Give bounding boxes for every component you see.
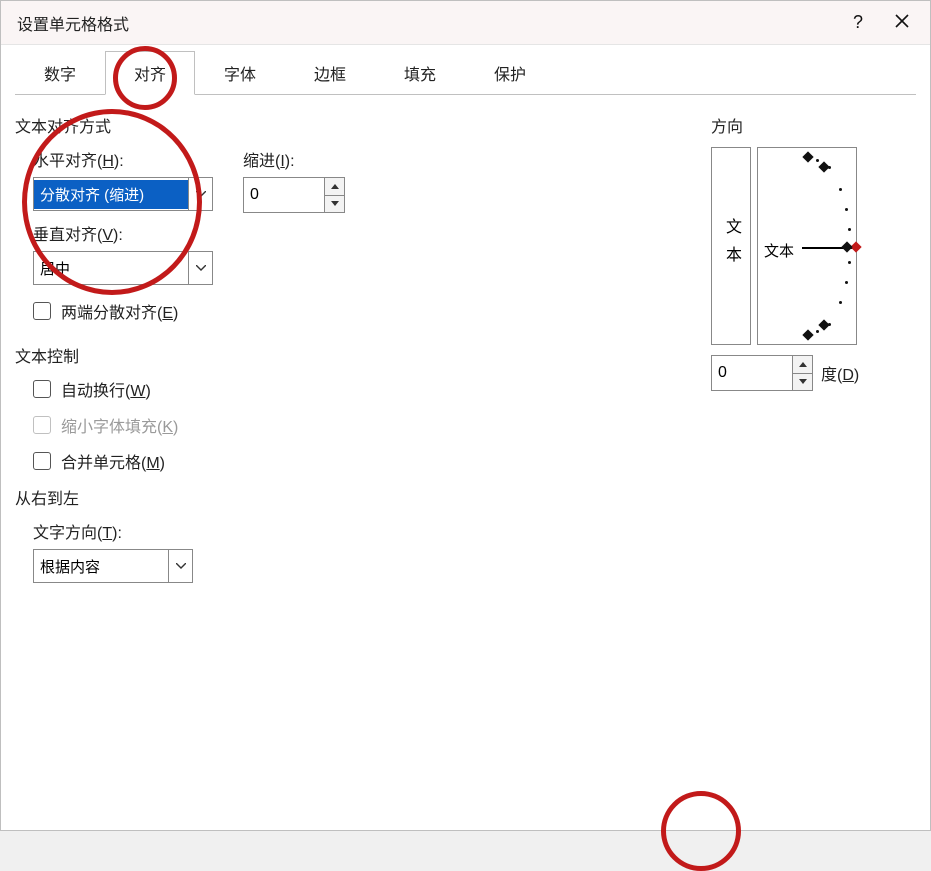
tab-content: 文本对齐方式 水平对齐(H): 分散对齐 (缩进): [15, 95, 916, 816]
tab-font[interactable]: 字体: [195, 51, 285, 94]
indent-label: 缩进(I):: [243, 147, 345, 171]
orientation-section-label: 方向: [711, 113, 916, 137]
horizontal-align-select[interactable]: 分散对齐 (缩进): [33, 177, 213, 211]
text-direction-value: 根据内容: [34, 552, 168, 581]
format-cells-dialog: 设置单元格格式 ? 数字 对齐 字体 边框 填充 保护 文本对齐方式: [0, 0, 931, 831]
vertical-align-label: 垂直对齐(V):: [33, 221, 213, 245]
tab-alignment[interactable]: 对齐: [105, 51, 195, 95]
left-column: 文本对齐方式 水平对齐(H): 分散对齐 (缩进): [15, 109, 711, 816]
tab-fill[interactable]: 填充: [375, 51, 465, 94]
justify-distributed-checkbox[interactable]: 两端分散对齐(E): [33, 299, 213, 323]
text-direction-select[interactable]: 根据内容: [33, 549, 193, 583]
orientation-dial-label: 文本: [764, 240, 794, 261]
tab-border[interactable]: 边框: [285, 51, 375, 94]
shrink-fit-label: 缩小字体填充(K): [61, 413, 178, 437]
close-button[interactable]: [880, 1, 924, 45]
degree-spinner[interactable]: 0: [711, 355, 813, 391]
checkbox-icon: [33, 380, 51, 398]
degree-value: 0: [712, 360, 792, 386]
orientation-vertical-button[interactable]: 文本: [711, 147, 751, 345]
vertical-align-value: 居中: [34, 254, 188, 283]
vertical-align-select[interactable]: 居中: [33, 251, 213, 285]
shrink-fit-checkbox: 缩小字体填充(K): [33, 413, 697, 437]
orientation-panel: 方向 文本 文本: [711, 109, 916, 816]
orientation-dial[interactable]: 文本: [757, 147, 857, 345]
checkbox-icon: [33, 452, 51, 470]
indent-spinner[interactable]: 0: [243, 177, 345, 213]
wrap-text-checkbox[interactable]: 自动换行(W): [33, 377, 697, 401]
titlebar: 设置单元格格式 ?: [1, 1, 930, 45]
rtl-section-label: 从右到左: [15, 485, 697, 509]
degree-up-button[interactable]: [793, 356, 812, 374]
horizontal-align-value: 分散对齐 (缩进): [34, 180, 188, 209]
indent-up-button[interactable]: [325, 178, 344, 196]
degree-down-button[interactable]: [793, 374, 812, 391]
text-control-section-label: 文本控制: [15, 343, 697, 367]
chevron-down-icon: [168, 550, 192, 582]
merge-cells-checkbox[interactable]: 合并单元格(M): [33, 449, 697, 473]
merge-cells-label: 合并单元格(M): [61, 449, 165, 473]
tab-protection[interactable]: 保护: [465, 51, 555, 94]
text-alignment-section-label: 文本对齐方式: [15, 113, 697, 137]
indent-value: 0: [244, 182, 324, 208]
tab-number[interactable]: 数字: [15, 51, 105, 94]
chevron-down-icon: [188, 178, 212, 210]
tab-bar: 数字 对齐 字体 边框 填充 保护: [15, 51, 916, 95]
help-button[interactable]: ?: [836, 1, 880, 45]
indent-down-button[interactable]: [325, 196, 344, 213]
close-icon: [895, 12, 909, 33]
dialog-title: 设置单元格格式: [17, 11, 836, 35]
dialog-body: 数字 对齐 字体 边框 填充 保护 文本对齐方式 水平对齐(H):: [1, 45, 930, 830]
checkbox-icon: [33, 302, 51, 320]
horizontal-align-label: 水平对齐(H):: [33, 147, 213, 171]
wrap-text-label: 自动换行(W): [61, 377, 151, 401]
justify-distributed-label: 两端分散对齐(E): [61, 299, 178, 323]
checkbox-icon: [33, 416, 51, 434]
text-direction-label: 文字方向(T):: [33, 519, 697, 543]
degree-label: 度(D): [821, 361, 859, 385]
chevron-down-icon: [188, 252, 212, 284]
